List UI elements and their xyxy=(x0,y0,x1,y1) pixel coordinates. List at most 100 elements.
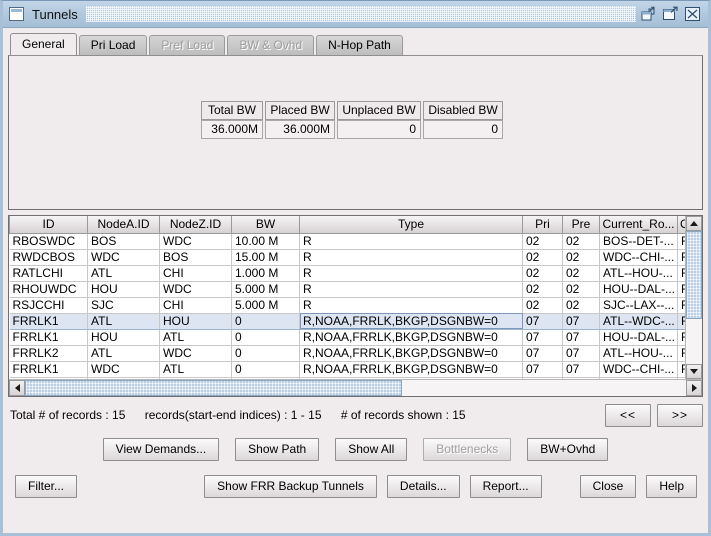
table-row[interactable]: RSJCCHI SJC CHI 5.000 M R 02 02 SJC--LAX… xyxy=(9,297,685,314)
tunnels-table-viewport[interactable]: ID NodeA.ID NodeZ.ID BW Type Pri Pre Cur… xyxy=(9,216,685,379)
tab-n-hop-path[interactable]: N-Hop Path xyxy=(316,35,403,55)
cell-id: FRRLK1 xyxy=(9,377,88,379)
window-titlebar: Tunnels xyxy=(3,1,708,28)
cell-type: R,NOAA,FRRLK,BKGP,DSGNBW=0 xyxy=(299,377,523,379)
cell-bw: 0 xyxy=(231,312,300,330)
window-icon xyxy=(9,7,24,21)
bottlenecks-button: Bottlenecks xyxy=(423,438,512,461)
table-row[interactable]: FRRLK2 ATL WDC 0 R,NOAA,FRRLK,BKGP,DSGNB… xyxy=(9,345,685,362)
show-all-button[interactable]: Show All xyxy=(335,438,408,461)
tab-bw-ovhd: BW & Ovhd xyxy=(227,35,315,55)
column-header-pri[interactable]: Pri xyxy=(522,216,563,234)
cell-pri: 02 xyxy=(522,265,563,282)
cell-bw: 0 xyxy=(231,329,300,346)
cell-bw: 0 xyxy=(231,361,300,378)
table-row[interactable]: FRRLK1 HOU ATL 0 R,NOAA,FRRLK,BKGP,DSGNB… xyxy=(9,329,685,346)
horizontal-scroll-track[interactable] xyxy=(25,380,686,396)
cell-route: HOU--DAL-... xyxy=(599,281,678,298)
disabled-bw-header: Disabled BW xyxy=(423,101,503,120)
cell-id: FRRLK2 xyxy=(9,345,88,362)
table-horizontal-scrollbar[interactable] xyxy=(9,379,702,396)
vertical-scroll-track[interactable] xyxy=(686,231,702,364)
cell-route: HOU--DAL-... xyxy=(599,329,678,346)
scroll-down-arrow-icon[interactable] xyxy=(686,364,702,379)
table-row-selected[interactable]: FRRLK1 ATL HOU 0 R,NOAA,FRRLK,BKGP,DSGNB… xyxy=(9,312,685,330)
report-button[interactable]: Report... xyxy=(469,474,542,498)
cell-nodez: CHI xyxy=(159,265,232,282)
column-header-nodez[interactable]: NodeZ.ID xyxy=(159,216,232,234)
table-row[interactable]: RHOUWDC HOU WDC 5.000 M R 02 02 HOU--DAL… xyxy=(9,281,685,298)
close-icon[interactable] xyxy=(684,6,701,22)
cell-type: R,NOAA,FRRLK,BKGP,DSGNBW=0 xyxy=(299,361,523,378)
placed-bw-header: Placed BW xyxy=(265,101,335,120)
cell-route: ATL--HOU-... xyxy=(599,265,678,282)
restore-icon[interactable] xyxy=(640,6,657,22)
cell-nodea: HOU xyxy=(87,281,160,298)
table-body: RBOSWDC BOS WDC 10.00 M R 02 02 BOS--DET… xyxy=(9,233,685,379)
show-path-button[interactable]: Show Path xyxy=(235,438,320,461)
column-header-type[interactable]: Type xyxy=(299,216,523,234)
vertical-scroll-thumb[interactable] xyxy=(686,231,702,319)
cell-nodea: ATL xyxy=(87,265,160,282)
scroll-left-arrow-icon[interactable] xyxy=(9,380,25,396)
cell-nodez: HOU xyxy=(159,312,232,330)
action-button-row-1: View Demands... Show Path Show All Bottl… xyxy=(8,438,703,462)
column-header-co[interactable]: Co xyxy=(677,216,685,234)
horizontal-scroll-thumb[interactable] xyxy=(25,380,402,396)
maximize-icon[interactable] xyxy=(662,6,679,22)
close-button[interactable]: Close xyxy=(579,474,637,498)
cell-bw: 5.000 M xyxy=(231,281,300,298)
table-row[interactable]: RWDCBOS WDC BOS 15.00 M R 02 02 WDC--CHI… xyxy=(9,249,685,266)
tab-general[interactable]: General xyxy=(10,33,77,55)
table-row[interactable]: RBOSWDC BOS WDC 10.00 M R 02 02 BOS--DET… xyxy=(9,233,685,250)
table-row[interactable]: RATLCHI ATL CHI 1.000 M R 02 02 ATL--HOU… xyxy=(9,265,685,282)
bw-ovhd-button[interactable]: BW+Ovhd xyxy=(527,438,609,461)
tab-pref-load: Pref Load xyxy=(149,35,226,55)
previous-page-button[interactable]: << xyxy=(605,404,651,427)
table-row[interactable]: FRRLK1 CHI DAL 0 R,NOAA,FRRLK,BKGP,DSGNB… xyxy=(9,377,685,379)
column-header-bw[interactable]: BW xyxy=(231,216,300,234)
cell-pre: 02 xyxy=(562,281,600,298)
total-records-label: Total # of records : 15 xyxy=(10,408,126,422)
cell-nodea: ATL xyxy=(87,345,160,362)
details-button[interactable]: Details... xyxy=(386,474,460,498)
cell-pri: 02 xyxy=(522,297,563,314)
cell-pri: 02 xyxy=(522,281,563,298)
cell-id: RWDCBOS xyxy=(9,249,88,266)
filter-button[interactable]: Filter... xyxy=(15,474,78,498)
column-header-route[interactable]: Current_Ro... xyxy=(599,216,678,234)
tab-pri-load[interactable]: Pri Load xyxy=(78,35,148,55)
scroll-up-arrow-icon[interactable] xyxy=(686,216,702,231)
tunnels-table: ID NodeA.ID NodeZ.ID BW Type Pri Pre Cur… xyxy=(9,216,685,379)
cell-type: R xyxy=(299,265,523,282)
column-header-id[interactable]: ID xyxy=(9,216,88,234)
tab-bar: General Pri Load Pref Load BW & Ovhd N-H… xyxy=(10,33,708,55)
cell-bw: 1.000 M xyxy=(231,265,300,282)
tunnels-window: Tunnels General Pri Load Pref Load BW & … xyxy=(0,0,711,536)
bandwidth-summary-value-row: 36.000M 36.000M 0 0 xyxy=(201,120,505,139)
bandwidth-summary-table: Total BW Placed BW Unplaced BW Disabled … xyxy=(201,101,505,139)
cell-pre: 07 xyxy=(562,345,600,362)
record-status-text: Total # of records : 15 records(start-en… xyxy=(10,408,482,422)
table-row[interactable]: FRRLK1 WDC ATL 0 R,NOAA,FRRLK,BKGP,DSGNB… xyxy=(9,361,685,378)
cell-pri: 07 xyxy=(522,312,563,330)
next-page-button[interactable]: >> xyxy=(657,404,703,427)
table-vertical-scrollbar[interactable] xyxy=(685,216,702,379)
help-button[interactable]: Help xyxy=(646,474,697,498)
record-indices-label: records(start-end indices) : 1 - 15 xyxy=(144,408,322,422)
cell-pri: 07 xyxy=(522,345,563,362)
column-header-pre[interactable]: Pre xyxy=(562,216,600,234)
scroll-right-arrow-icon[interactable] xyxy=(686,380,702,396)
cell-type: R xyxy=(299,297,523,314)
cell-nodez: ATL xyxy=(159,361,232,378)
cell-pri: 07 xyxy=(522,377,563,379)
column-header-nodea[interactable]: NodeA.ID xyxy=(87,216,160,234)
view-demands-button[interactable]: View Demands... xyxy=(102,438,220,461)
cell-id: RBOSWDC xyxy=(9,233,88,250)
show-frr-backup-tunnels-button[interactable]: Show FRR Backup Tunnels xyxy=(204,474,377,498)
cell-bw: 5.000 M xyxy=(231,297,300,314)
cell-id: RATLCHI xyxy=(9,265,88,282)
cell-co: Req xyxy=(677,345,685,362)
cell-nodea: WDC xyxy=(87,249,160,266)
cell-co: Req xyxy=(677,312,685,330)
